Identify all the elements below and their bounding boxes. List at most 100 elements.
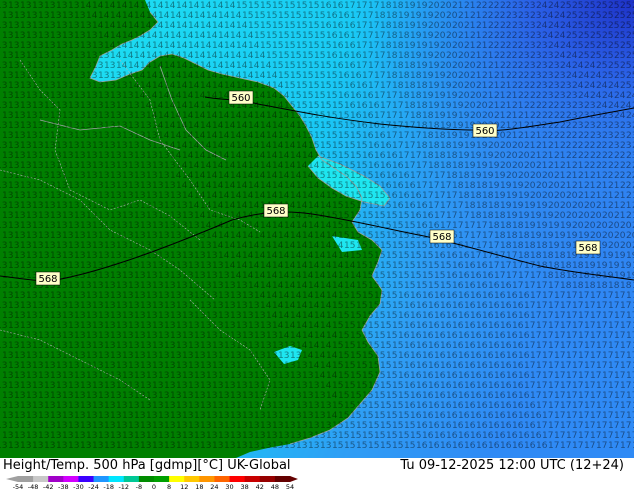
- svg-text:16: 16: [428, 421, 440, 431]
- svg-text:14: 14: [266, 131, 278, 141]
- svg-text:16: 16: [500, 421, 512, 431]
- svg-text:13: 13: [74, 91, 85, 101]
- svg-text:13: 13: [62, 331, 73, 341]
- svg-text:16: 16: [428, 341, 440, 351]
- svg-text:16: 16: [446, 311, 458, 321]
- svg-text:18: 18: [386, 71, 398, 81]
- svg-text:15: 15: [404, 261, 415, 271]
- svg-text:16: 16: [482, 291, 494, 301]
- svg-text:13: 13: [98, 151, 109, 161]
- svg-text:16: 16: [494, 391, 506, 401]
- svg-text:14: 14: [146, 11, 158, 21]
- svg-text:19: 19: [608, 261, 620, 271]
- svg-text:19: 19: [416, 61, 428, 71]
- svg-text:15: 15: [356, 201, 367, 211]
- svg-text:15: 15: [326, 151, 337, 161]
- svg-text:14: 14: [326, 291, 338, 301]
- svg-text:14: 14: [236, 141, 248, 151]
- svg-text:13: 13: [2, 331, 13, 341]
- svg-text:20: 20: [464, 81, 476, 91]
- svg-text:13: 13: [38, 231, 49, 241]
- svg-text:16: 16: [470, 351, 482, 361]
- svg-text:23: 23: [524, 1, 535, 11]
- svg-text:17: 17: [374, 51, 385, 61]
- svg-text:17: 17: [626, 311, 634, 321]
- svg-text:13: 13: [38, 391, 49, 401]
- svg-text:13: 13: [38, 371, 49, 381]
- svg-text:22: 22: [542, 111, 553, 121]
- svg-text:13: 13: [50, 31, 61, 41]
- svg-text:16: 16: [488, 281, 500, 291]
- svg-text:14: 14: [230, 231, 242, 241]
- svg-text:16: 16: [518, 431, 530, 441]
- svg-text:17: 17: [356, 41, 367, 51]
- svg-text:14: 14: [224, 21, 236, 31]
- svg-text:14: 14: [260, 161, 272, 171]
- svg-text:13: 13: [50, 411, 61, 421]
- svg-text:14: 14: [194, 71, 206, 81]
- legend-tick-label: -54: [13, 483, 24, 490]
- svg-text:15: 15: [374, 351, 385, 361]
- svg-text:13: 13: [8, 361, 19, 371]
- svg-text:16: 16: [458, 371, 470, 381]
- svg-text:15: 15: [386, 211, 397, 221]
- svg-text:16: 16: [476, 341, 488, 351]
- svg-text:18: 18: [596, 281, 608, 291]
- svg-text:14: 14: [230, 51, 242, 61]
- svg-text:14: 14: [188, 61, 200, 71]
- svg-text:15: 15: [314, 51, 325, 61]
- svg-text:13: 13: [134, 311, 145, 321]
- svg-text:17: 17: [626, 371, 634, 381]
- svg-text:22: 22: [530, 91, 541, 101]
- svg-text:13: 13: [56, 381, 67, 391]
- svg-text:22: 22: [566, 131, 577, 141]
- svg-text:13: 13: [86, 251, 97, 261]
- svg-text:17: 17: [554, 371, 565, 381]
- svg-text:15: 15: [320, 101, 331, 111]
- svg-text:16: 16: [428, 381, 440, 391]
- svg-text:13: 13: [26, 211, 37, 221]
- svg-text:19: 19: [476, 141, 488, 151]
- svg-text:13: 13: [0, 281, 7, 291]
- svg-text:16: 16: [530, 431, 542, 441]
- svg-text:14: 14: [254, 251, 266, 261]
- svg-text:13: 13: [122, 431, 133, 441]
- svg-text:23: 23: [614, 131, 625, 141]
- svg-text:16: 16: [422, 391, 434, 401]
- svg-text:14: 14: [152, 61, 164, 71]
- svg-text:13: 13: [68, 161, 79, 171]
- svg-text:17: 17: [590, 311, 601, 321]
- svg-text:15: 15: [344, 401, 355, 411]
- svg-text:21: 21: [506, 91, 517, 101]
- svg-text:13: 13: [0, 1, 7, 11]
- svg-text:14: 14: [326, 411, 338, 421]
- svg-text:13: 13: [68, 301, 79, 311]
- svg-text:13: 13: [44, 361, 55, 371]
- svg-text:13: 13: [158, 371, 169, 381]
- svg-text:14: 14: [248, 181, 260, 191]
- svg-text:13: 13: [32, 141, 43, 151]
- svg-text:19: 19: [440, 81, 452, 91]
- svg-text:19: 19: [428, 61, 440, 71]
- svg-text:24: 24: [560, 41, 572, 51]
- svg-text:13: 13: [104, 241, 115, 251]
- svg-text:14: 14: [302, 171, 314, 181]
- svg-text:13: 13: [206, 291, 217, 301]
- svg-text:16: 16: [494, 351, 506, 361]
- svg-text:14: 14: [278, 271, 290, 281]
- svg-text:13: 13: [104, 381, 115, 391]
- svg-text:13: 13: [110, 191, 121, 201]
- svg-text:16: 16: [512, 381, 524, 391]
- svg-text:14: 14: [284, 241, 296, 251]
- svg-text:16: 16: [326, 51, 338, 61]
- svg-text:13: 13: [182, 431, 193, 441]
- svg-text:13: 13: [62, 311, 73, 321]
- svg-text:14: 14: [122, 31, 134, 41]
- svg-text:14: 14: [278, 331, 290, 341]
- svg-text:16: 16: [398, 311, 410, 321]
- svg-text:13: 13: [56, 221, 67, 231]
- svg-text:18: 18: [374, 11, 386, 21]
- svg-text:24: 24: [602, 91, 614, 101]
- svg-text:13: 13: [242, 351, 253, 361]
- svg-text:13: 13: [2, 291, 13, 301]
